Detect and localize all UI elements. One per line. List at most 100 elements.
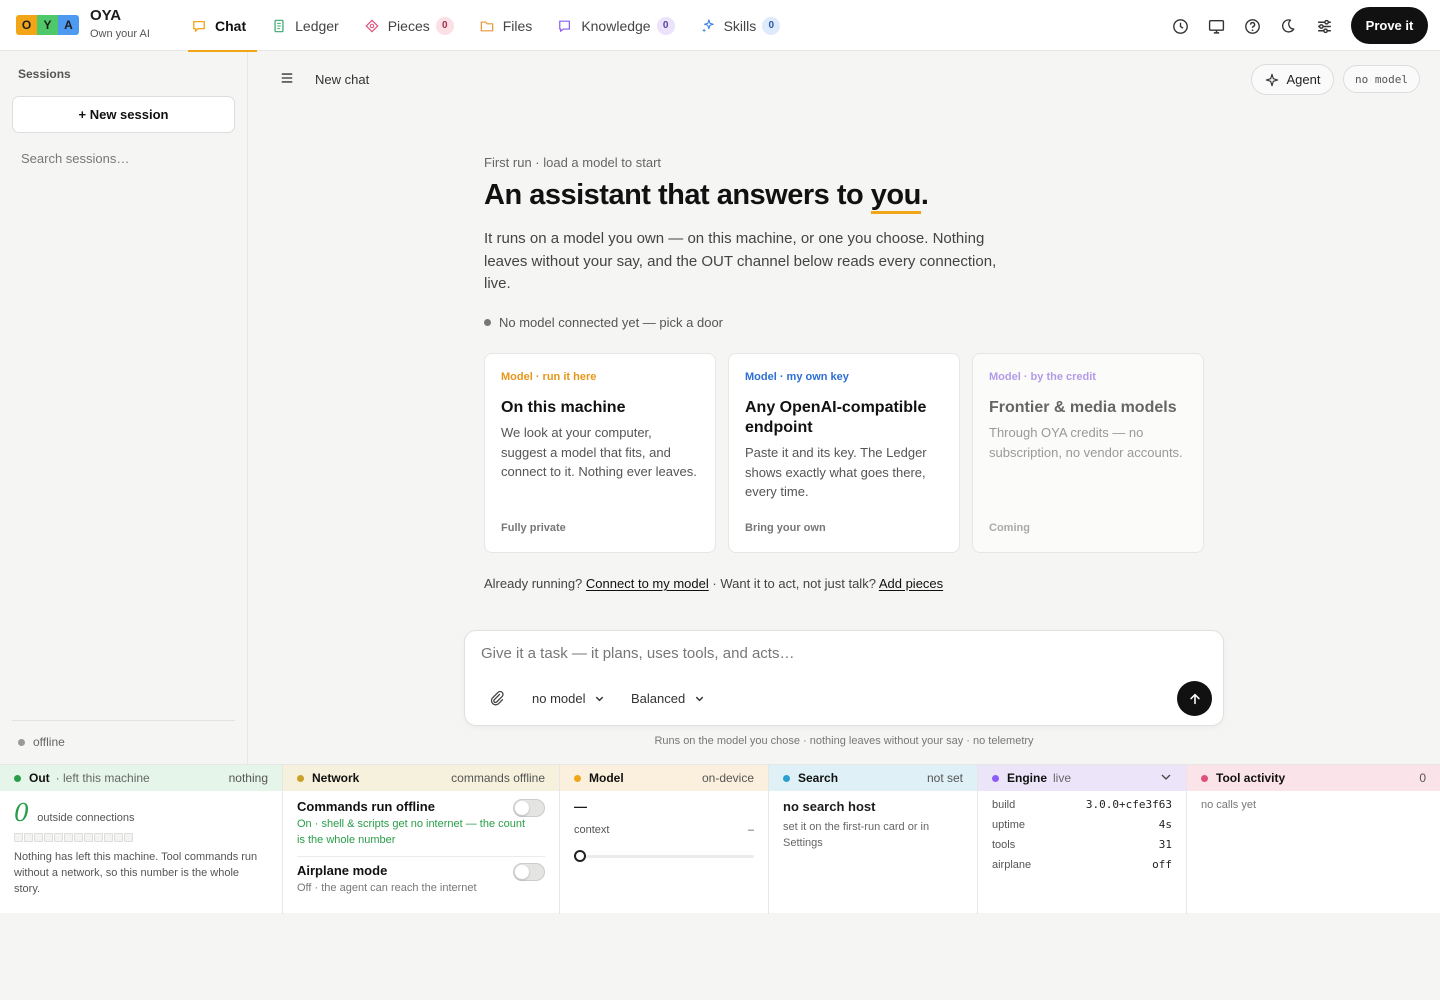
add-pieces-link[interactable]: Add pieces xyxy=(879,576,943,591)
model-select[interactable]: no model xyxy=(532,691,605,706)
build-label: build xyxy=(992,799,1016,811)
send-button[interactable] xyxy=(1177,681,1212,716)
commands-offline-toggle[interactable] xyxy=(513,799,545,817)
uptime-value: 4s xyxy=(1158,818,1172,831)
tab-skills[interactable]: Skills 0 xyxy=(697,0,790,51)
folder-icon xyxy=(480,20,494,31)
context-label: context xyxy=(574,824,610,836)
card-title: Frontier & media models xyxy=(989,399,1177,416)
brand: OYA Own your AI xyxy=(90,7,150,40)
mode-select[interactable]: Balanced xyxy=(631,691,705,706)
history-icon[interactable] xyxy=(1170,16,1190,36)
chevron-down-icon[interactable] xyxy=(1160,771,1172,786)
search-host: no search host xyxy=(783,799,876,814)
out-description: Nothing has left this machine. Tool comm… xyxy=(14,851,258,895)
model-connection-status: No model connected yet — pick a door xyxy=(484,315,723,330)
logo-letter-a: A xyxy=(58,15,79,35)
network-state: commands offline xyxy=(451,771,545,785)
top-bar: O Y A OYA Own your AI Chat Ledger Pieces… xyxy=(0,0,1440,52)
airplane-mode-title: Airplane mode xyxy=(297,863,388,878)
card-local-model[interactable]: Model · run it here On this machine We l… xyxy=(484,353,716,553)
task-input[interactable] xyxy=(481,645,1181,662)
hero-kicker: First run · load a model to start xyxy=(484,155,662,170)
receipt-icon xyxy=(274,19,284,32)
search-dot xyxy=(783,774,790,782)
skills-count-badge: 0 xyxy=(762,16,781,35)
network-panel: Network commands offline Commands run of… xyxy=(283,765,560,914)
out-state: nothing xyxy=(228,771,268,785)
airplane-mode-toggle[interactable] xyxy=(513,863,545,881)
chat-bubble-icon xyxy=(193,20,205,32)
search-panel: Search not set no search host set it on … xyxy=(769,765,978,914)
search-title: Search xyxy=(798,771,839,785)
build-value: 3.0.0+cfe3f63 xyxy=(1085,798,1172,811)
status-dot xyxy=(18,738,25,746)
outside-connection-count: 0 xyxy=(14,799,30,827)
search-desc: set it on the first-run card or in Setti… xyxy=(783,821,930,849)
engine-status: live xyxy=(1053,771,1072,785)
card-footer: Fully private xyxy=(501,522,566,534)
tab-files[interactable]: Files xyxy=(476,0,542,51)
tab-chat-label: Chat xyxy=(215,17,247,34)
uptime-label: uptime xyxy=(992,819,1026,831)
context-row: context – xyxy=(574,820,754,840)
model-state: on-device xyxy=(701,771,754,785)
attach-icon[interactable] xyxy=(489,690,505,711)
headline-highlight: you xyxy=(870,179,921,214)
tab-chat[interactable]: Chat xyxy=(188,0,258,52)
tool-activity-title: Tool activity xyxy=(1216,771,1286,785)
chevron-down-icon xyxy=(596,696,604,702)
context-slider[interactable] xyxy=(574,850,754,862)
puzzle-piece-icon xyxy=(365,18,379,33)
card-openai-endpoint[interactable]: Model · my own key Any OpenAI-compatible… xyxy=(728,353,960,553)
sparkle-icon xyxy=(1265,73,1278,86)
tools-label: tools xyxy=(992,839,1016,851)
monitor-icon[interactable] xyxy=(1206,16,1226,36)
commands-offline-row: Commands run offline On · shell & script… xyxy=(297,799,545,856)
slider-track xyxy=(574,855,754,858)
quick-links-question-2: · Want it to act, not just talk? xyxy=(712,576,876,591)
knowledge-icon xyxy=(559,20,571,32)
new-session-button[interactable]: + New session xyxy=(12,96,235,133)
network-panel-header: Network commands offline xyxy=(283,765,559,791)
knowledge-count-badge: 0 xyxy=(656,16,675,35)
slider-thumb[interactable] xyxy=(574,850,586,862)
model-select-value: no model xyxy=(532,691,586,706)
model-name: — xyxy=(574,799,587,814)
agent-mode-button[interactable]: Agent xyxy=(1251,64,1334,95)
help-icon[interactable] xyxy=(1242,16,1262,36)
card-footer: Bring your own xyxy=(745,522,826,534)
engine-panel: Engine live build 3.0.0+cfe3f63 uptime 4s … xyxy=(978,765,1187,914)
model-title: Model xyxy=(589,771,624,785)
sliders-icon[interactable] xyxy=(1314,16,1334,36)
out-dot xyxy=(14,774,21,782)
model-dot xyxy=(574,774,581,782)
session-search-input[interactable] xyxy=(12,146,235,170)
tab-knowledge[interactable]: Knowledge 0 xyxy=(554,0,683,51)
app-name: OYA xyxy=(90,7,122,24)
quick-links: Already running? Connect to my model · W… xyxy=(484,576,943,591)
prove-it-button[interactable]: Prove it xyxy=(1351,7,1428,44)
engine-row-airplane: airplane off xyxy=(992,855,1172,875)
connect-model-link[interactable]: Connect to my model xyxy=(586,576,709,591)
card-kicker: Model · my own key xyxy=(745,371,849,383)
quick-links-question-1: Already running? xyxy=(484,576,583,591)
engine-panel-header[interactable]: Engine live xyxy=(978,765,1186,791)
tool-activity-count: 0 xyxy=(1419,771,1426,785)
model-panel: Model on-device — context – xyxy=(560,765,769,914)
tab-pieces[interactable]: Pieces 0 xyxy=(361,0,463,51)
model-status-pill[interactable]: no model xyxy=(1343,65,1420,93)
menu-icon[interactable] xyxy=(280,71,294,90)
divider xyxy=(297,856,545,857)
out-subtitle: · left this machine xyxy=(55,771,150,785)
card-description: We look at your computer, suggest a mode… xyxy=(501,425,697,479)
airplane-label: airplane xyxy=(992,859,1032,871)
moon-icon[interactable] xyxy=(1278,16,1298,36)
card-description: Through OYA credits — no subscription, n… xyxy=(989,425,1183,460)
sessions-sidebar: Sessions + New session offline xyxy=(0,52,248,764)
pieces-count-badge: 0 xyxy=(435,16,454,35)
tab-ledger[interactable]: Ledger xyxy=(268,0,348,51)
app-logo[interactable]: O Y A xyxy=(16,15,79,35)
search-panel-header: Search not set xyxy=(769,765,977,791)
card-footer: Coming xyxy=(989,522,1030,534)
